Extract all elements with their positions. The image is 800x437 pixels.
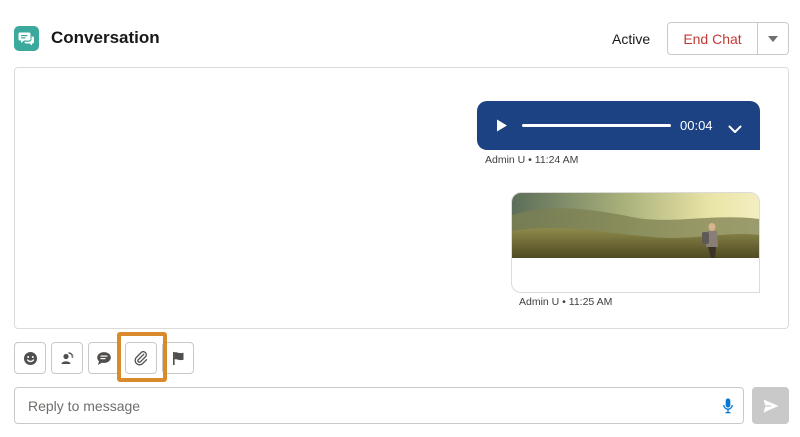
- end-chat-menu-button[interactable]: [758, 22, 789, 55]
- image-message[interactable]: [511, 192, 760, 293]
- reply-input[interactable]: [15, 388, 713, 423]
- attachment-icon: [134, 350, 148, 365]
- play-icon[interactable]: [496, 119, 508, 137]
- send-icon: [763, 399, 778, 412]
- emoji-button[interactable]: [14, 342, 46, 374]
- user-transfer-icon: [61, 352, 74, 364]
- page-title: Conversation: [51, 28, 160, 47]
- attach-file-button[interactable]: [125, 342, 157, 374]
- message-meta: Admin U • 11:25 AM: [519, 296, 613, 308]
- send-button[interactable]: [752, 387, 789, 424]
- quick-text-button[interactable]: [88, 342, 120, 374]
- chat-transcript[interactable]: 00:04 Admin U • 11:24 AM Admin U • 11:25…: [14, 67, 789, 329]
- emoji-icon: [23, 351, 37, 365]
- chevron-down-icon[interactable]: [728, 121, 742, 139]
- chat-bubbles-icon: [14, 26, 39, 51]
- landscape-photo: [512, 193, 759, 258]
- flag-button[interactable]: [162, 342, 194, 374]
- audio-progress-track[interactable]: [522, 124, 671, 127]
- status-text: Active: [612, 31, 651, 47]
- audio-message: 00:04: [477, 101, 760, 150]
- quick-text-icon: [97, 351, 111, 365]
- end-chat-button[interactable]: End Chat: [667, 22, 758, 55]
- caret-down-icon: [768, 35, 778, 42]
- transfer-button[interactable]: [51, 342, 83, 374]
- composer: [14, 387, 744, 424]
- flag-icon: [173, 351, 184, 365]
- microphone-icon[interactable]: [713, 388, 743, 423]
- end-chat-button-group: End Chat: [667, 22, 789, 55]
- message-meta: Admin U • 11:24 AM: [485, 154, 579, 166]
- audio-duration: 00:04: [680, 118, 713, 133]
